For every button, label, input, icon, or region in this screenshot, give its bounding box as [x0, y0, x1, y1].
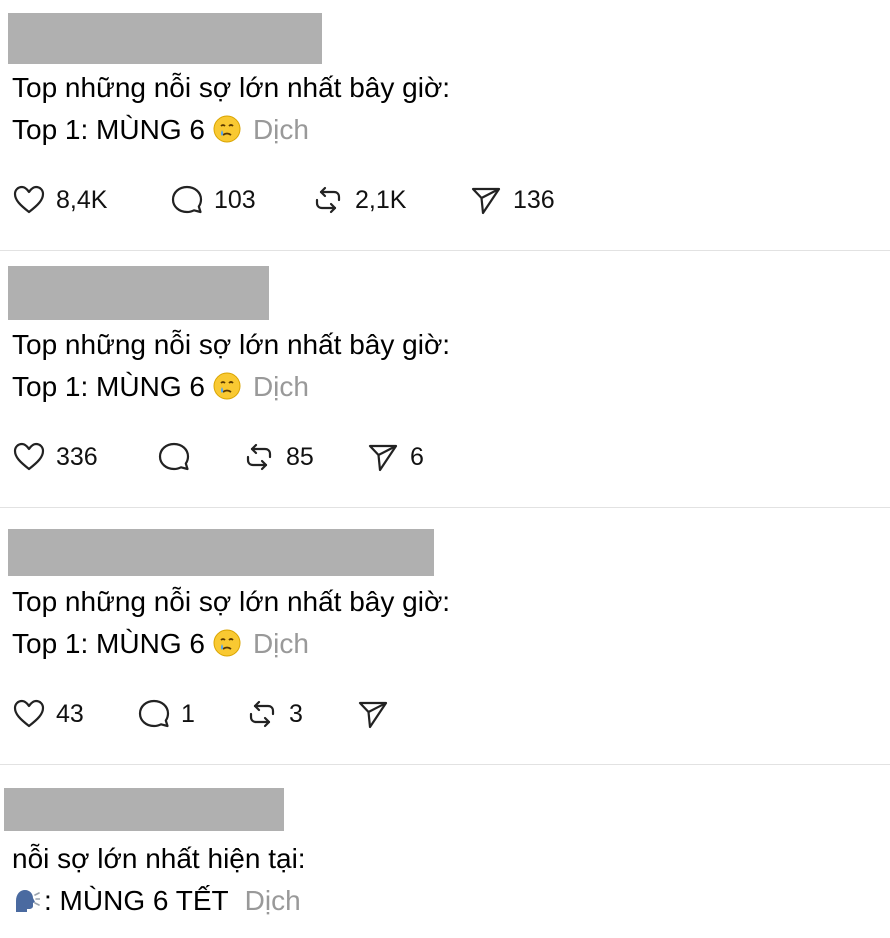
send-icon: [358, 701, 388, 729]
repost-count: 3: [289, 699, 303, 728]
comment-button[interactable]: [157, 437, 201, 477]
post-3: Top những nỗi sợ lớn nhất bây giờ: Top 1…: [0, 508, 890, 764]
heart-icon: [13, 699, 45, 728]
post-text: Top 1: MÙNG 6: [12, 628, 205, 659]
comment-count: 1: [181, 699, 195, 728]
like-count: 336: [56, 442, 98, 471]
post-1: Top những nỗi sợ lớn nhất bây giờ: Top 1…: [0, 0, 890, 250]
redacted-username: [8, 529, 434, 576]
heart-icon: [13, 442, 45, 471]
like-count: 43: [56, 699, 84, 728]
translate-link[interactable]: Dịch: [253, 114, 309, 145]
repost-icon: [249, 700, 275, 728]
redacted-username: [8, 266, 269, 320]
crying-face-emoji-icon: [213, 629, 241, 657]
comment-icon: [158, 442, 190, 471]
comment-button[interactable]: 1: [137, 694, 195, 734]
send-icon: [471, 187, 501, 215]
post-text-line2: Top 1: MÙNG 6 Dịch: [12, 626, 309, 662]
repost-button[interactable]: 3: [245, 694, 303, 734]
share-count: 136: [513, 185, 555, 214]
repost-button[interactable]: 2,1K: [311, 180, 406, 220]
like-button[interactable]: 8,4K: [12, 180, 107, 220]
post-text-line1: Top những nỗi sợ lớn nhất bây giờ:: [12, 329, 451, 360]
comment-icon: [138, 699, 170, 728]
comment-icon: [171, 185, 203, 214]
share-button[interactable]: [356, 694, 400, 734]
redacted-username: [8, 13, 322, 64]
post-text-line2: Top 1: MÙNG 6 Dịch: [12, 369, 309, 405]
send-icon: [368, 444, 398, 472]
translate-link[interactable]: Dịch: [245, 885, 301, 916]
like-button[interactable]: 336: [12, 437, 98, 477]
post-text: : MÙNG 6 TẾT: [44, 885, 229, 916]
post-text-line1: nỗi sợ lớn nhất hiện tại:: [12, 843, 306, 874]
comment-count: 103: [214, 185, 256, 214]
post-text: Top 1: MÙNG 6: [12, 371, 205, 402]
speaking-head-emoji-icon: [16, 890, 40, 912]
repost-icon: [315, 186, 341, 214]
crying-face-emoji-icon: [213, 372, 241, 400]
comment-button[interactable]: 103: [170, 180, 256, 220]
redacted-username: [4, 788, 284, 831]
post-text-line2: Top 1: MÙNG 6 Dịch: [12, 112, 309, 148]
share-button[interactable]: 6: [366, 437, 424, 477]
repost-icon: [246, 443, 272, 471]
post-text-line1: Top những nỗi sợ lớn nhất bây giờ:: [12, 586, 451, 617]
post-2: Top những nỗi sợ lớn nhất bây giờ: Top 1…: [0, 251, 890, 507]
translate-link[interactable]: Dịch: [253, 371, 309, 402]
crying-face-emoji-icon: [213, 115, 241, 143]
repost-count: 85: [286, 442, 314, 471]
share-button[interactable]: 136: [469, 180, 555, 220]
post-text-line2: : MÙNG 6 TẾT Dịch: [12, 883, 301, 919]
like-button[interactable]: 43: [12, 694, 84, 734]
post-text: Top 1: MÙNG 6: [12, 114, 205, 145]
post-text-line1: Top những nỗi sợ lớn nhất bây giờ:: [12, 72, 451, 103]
repost-count: 2,1K: [355, 185, 407, 214]
translate-link[interactable]: Dịch: [253, 628, 309, 659]
repost-button[interactable]: 85: [242, 437, 314, 477]
share-count: 6: [410, 442, 424, 471]
heart-icon: [13, 185, 45, 214]
post-4: nỗi sợ lớn nhất hiện tại: : MÙNG 6 TẾT Dị…: [0, 765, 890, 938]
like-count: 8,4K: [56, 185, 108, 214]
